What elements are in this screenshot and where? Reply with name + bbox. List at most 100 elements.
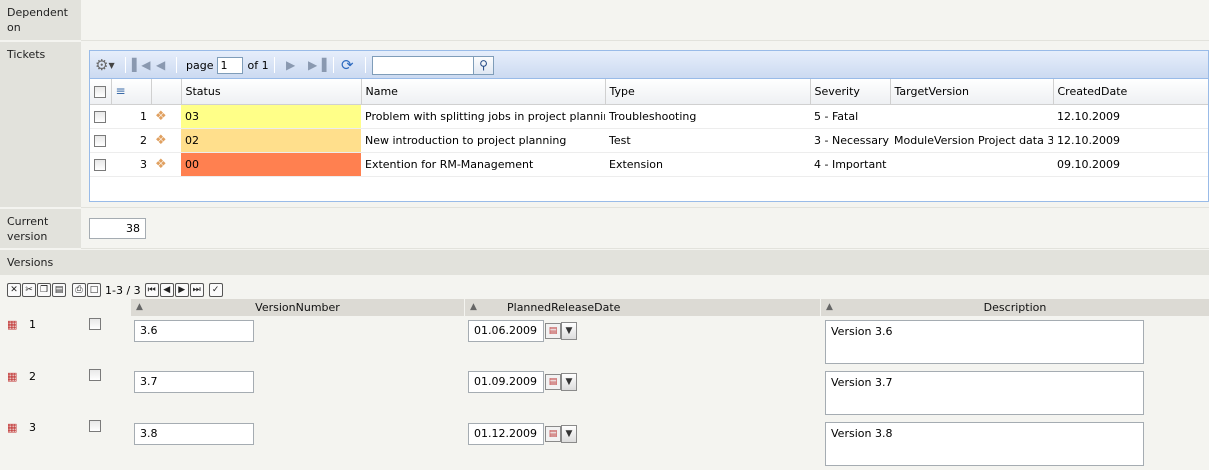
calendar-icon[interactable]: ▤ <box>545 426 561 442</box>
row-checkbox[interactable] <box>90 128 111 153</box>
tickets-grid: ⚙ ▼ ▌◀ ◀ page 1 of 1 ▶ ▶▐ ⟳ ⚲ ≡ Status N… <box>89 50 1209 202</box>
versions-range-text: 1-3 / 3 <box>105 283 141 297</box>
version-cube-icon: ▦ <box>7 370 18 383</box>
dependent-on-label: Dependent on <box>0 0 81 41</box>
version-row-checkbox[interactable] <box>89 369 101 381</box>
search-input[interactable] <box>372 55 474 75</box>
targetversion-cell <box>890 152 1053 177</box>
dependent-on-area <box>81 0 1209 41</box>
version-cube-icon: ▦ <box>7 318 18 331</box>
version-row-number: 2 <box>29 370 36 383</box>
release-date-input[interactable]: 01.09.2009 <box>468 371 544 393</box>
name-cell: Extention for RM-Management <box>361 152 605 177</box>
description-textarea[interactable]: Version 3.7 <box>825 371 1144 415</box>
settings-gear-icon[interactable]: ⚙ ▼ <box>95 51 115 79</box>
description-textarea[interactable]: Version 3.8 <box>825 422 1144 466</box>
tickets-header-row: ≡ Status Name Type Severity TargetVersio… <box>90 79 1208 105</box>
last-page-icon[interactable]: ▶▐ <box>308 51 326 79</box>
version-row-number: 3 <box>29 421 36 434</box>
status-cell: 00 <box>181 152 361 177</box>
version-number-input[interactable]: 3.6 <box>134 320 254 342</box>
page-label: page <box>186 58 214 72</box>
table-row[interactable]: 2 ❖ 02 New introduction to project plann… <box>90 128 1208 153</box>
tag-icon: ❖ <box>151 128 181 153</box>
versions-label: Versions <box>0 250 1209 276</box>
paste-icon[interactable]: ▤ <box>52 283 66 297</box>
column-header-targetversion[interactable]: TargetVersion <box>890 79 1054 105</box>
column-header-versionnumber[interactable]: ▲ VersionNumber <box>131 299 464 316</box>
page-number-input[interactable]: 1 <box>217 56 244 74</box>
table-row[interactable]: 3 ❖ 00 Extention for RM-Management Exten… <box>90 152 1208 177</box>
tag-icon: ❖ <box>151 152 181 177</box>
chevron-down-icon[interactable]: ▼ <box>561 373 577 391</box>
status-cell: 03 <box>181 104 361 129</box>
select-all-checkbox[interactable] <box>90 79 112 105</box>
targetversion-cell <box>890 104 1053 129</box>
column-header-plannedreleasedate[interactable]: ▲ PlannedReleaseDate <box>465 299 820 316</box>
cut-icon[interactable]: ✂ <box>22 283 36 297</box>
row-checkbox[interactable] <box>90 104 111 129</box>
release-date-input[interactable]: 01.12.2009 <box>468 423 544 445</box>
version-number-input[interactable]: 3.8 <box>134 423 254 445</box>
confirm-check-icon[interactable]: ✓ <box>208 283 223 297</box>
type-cell: Test <box>605 128 810 153</box>
chevron-down-icon[interactable]: ▼ <box>561 322 577 340</box>
name-cell: New introduction to project planning <box>361 128 605 153</box>
copy-icon[interactable]: ❐ <box>37 283 51 297</box>
name-cell: Problem with splitting jobs in project p… <box>361 104 605 129</box>
refresh-icon[interactable]: ⟳ <box>341 51 354 79</box>
next-record-icon[interactable]: ▶ <box>174 283 189 297</box>
print-icon[interactable]: ⎙ <box>72 283 86 297</box>
new-document-icon[interactable]: □ <box>87 283 101 297</box>
row-number-icon: ≡ <box>111 79 152 105</box>
row-number: 3 <box>111 152 151 177</box>
last-record-icon[interactable]: ⏭ <box>189 283 204 297</box>
calendar-icon[interactable]: ▤ <box>545 323 561 339</box>
column-header-name[interactable]: Name <box>361 79 606 105</box>
status-cell: 02 <box>181 128 361 153</box>
column-header-severity[interactable]: Severity <box>810 79 891 105</box>
current-version-input[interactable]: 38 <box>89 218 146 239</box>
createddate-cell: 09.10.2009 <box>1053 152 1208 177</box>
chevron-down-icon[interactable]: ▼ <box>561 425 577 443</box>
createddate-cell: 12.10.2009 <box>1053 128 1208 153</box>
severity-cell: 5 - Fatal <box>810 104 890 129</box>
type-cell: Extension <box>605 152 810 177</box>
grid-toolbar: ⚙ ▼ ▌◀ ◀ page 1 of 1 ▶ ▶▐ ⟳ ⚲ <box>90 51 1208 79</box>
tickets-label: Tickets <box>0 42 81 208</box>
severity-cell: 4 - Important <box>810 152 890 177</box>
current-version-label: Current version <box>0 209 81 249</box>
row-number: 1 <box>111 104 151 129</box>
version-row-number: 1 <box>29 318 36 331</box>
row-checkbox[interactable] <box>90 152 111 177</box>
page-count-label: of 1 <box>247 58 269 72</box>
first-page-icon[interactable]: ▌◀ <box>132 51 150 79</box>
search-magnifier-icon[interactable]: ⚲ <box>474 55 494 75</box>
sort-icon: ▲ <box>470 302 477 312</box>
createddate-cell: 12.10.2009 <box>1053 104 1208 129</box>
version-row-checkbox[interactable] <box>89 420 101 432</box>
prev-page-icon[interactable]: ◀ <box>156 51 165 79</box>
first-record-icon[interactable]: ⏮ <box>144 283 159 297</box>
column-header-description[interactable]: ▲ Description <box>821 299 1209 316</box>
column-header-createddate[interactable]: CreatedDate <box>1053 79 1208 105</box>
row-number: 2 <box>111 128 151 153</box>
severity-cell: 3 - Necessary <box>810 128 890 153</box>
version-number-input[interactable]: 3.7 <box>134 371 254 393</box>
tag-icon: ❖ <box>151 104 181 129</box>
column-header-status[interactable]: Status <box>181 79 362 105</box>
prev-record-icon[interactable]: ◀ <box>159 283 174 297</box>
delete-icon[interactable]: ✕ <box>7 283 21 297</box>
column-header-type[interactable]: Type <box>605 79 811 105</box>
targetversion-cell: ModuleVersion Project data 3.8 <box>890 128 1053 153</box>
description-textarea[interactable]: Version 3.6 <box>825 320 1144 364</box>
release-date-input[interactable]: 01.06.2009 <box>468 320 544 342</box>
next-page-icon[interactable]: ▶ <box>286 51 295 79</box>
versions-toolbar: ✕ ✂ ❐ ▤ ⎙ □ 1-3 / 3 ⏮ ◀ ▶ ⏭ ✓ <box>7 282 223 298</box>
type-cell: Troubleshooting <box>605 104 810 129</box>
calendar-icon[interactable]: ▤ <box>545 374 561 390</box>
current-version-area <box>81 209 1209 249</box>
version-row-checkbox[interactable] <box>89 318 101 330</box>
tickets-table: ≡ Status Name Type Severity TargetVersio… <box>90 79 1208 177</box>
table-row[interactable]: 1 ❖ 03 Problem with splitting jobs in pr… <box>90 104 1208 129</box>
